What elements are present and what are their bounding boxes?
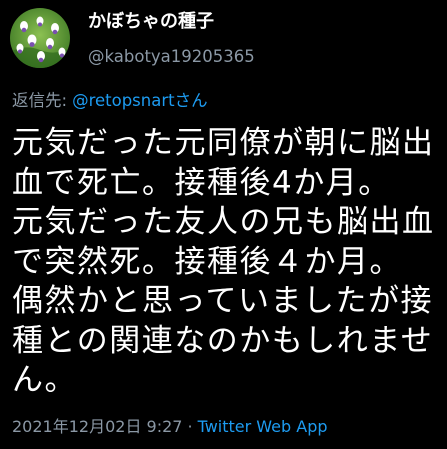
tweet-text-line: 血で死亡。接種後4か月。 <box>12 164 391 201</box>
tweet-text-line: で突然死。接種後４か月。 <box>12 243 402 280</box>
replying-to: 返信先: @retopsnartさん <box>12 90 208 112</box>
tweet-text: 元気だった元同僚が朝に脳出 血で死亡。接種後4か月。 元気だった友人の兄も脳出血… <box>12 124 445 401</box>
display-name[interactable]: かぼちゃの種子 <box>88 10 214 34</box>
meta-separator: · <box>187 417 193 436</box>
user-handle[interactable]: @kabotya19205365 <box>88 46 255 68</box>
tweet-text-line: ん。 <box>12 362 77 398</box>
tweet-timestamp-link[interactable]: 2021年12月02日 9:27 <box>12 417 182 436</box>
avatar[interactable] <box>10 8 70 68</box>
tweet-text-line: 偶然かと思っていましたが接 <box>12 283 433 319</box>
replying-to-label: 返信先: <box>12 91 68 110</box>
tweet-text-line: 元気だった元同僚が朝に脳出 <box>12 125 435 161</box>
tweet-meta: 2021年12月02日 9:27 · Twitter Web App <box>12 415 328 439</box>
reply-mention-link[interactable]: @retopsnartさん <box>72 91 208 110</box>
avatar-flower-field-icon <box>10 8 70 68</box>
tweet-text-line: 元気だった友人の兄も脳出血 <box>12 204 435 240</box>
tweet-text-line: 種との関連なのかもしれませ <box>12 322 434 359</box>
tweet-source-link[interactable]: Twitter Web App <box>198 417 328 436</box>
tweet-card: かぼちゃの種子 @kabotya19205365 返信先: @retopsnart… <box>0 0 447 449</box>
